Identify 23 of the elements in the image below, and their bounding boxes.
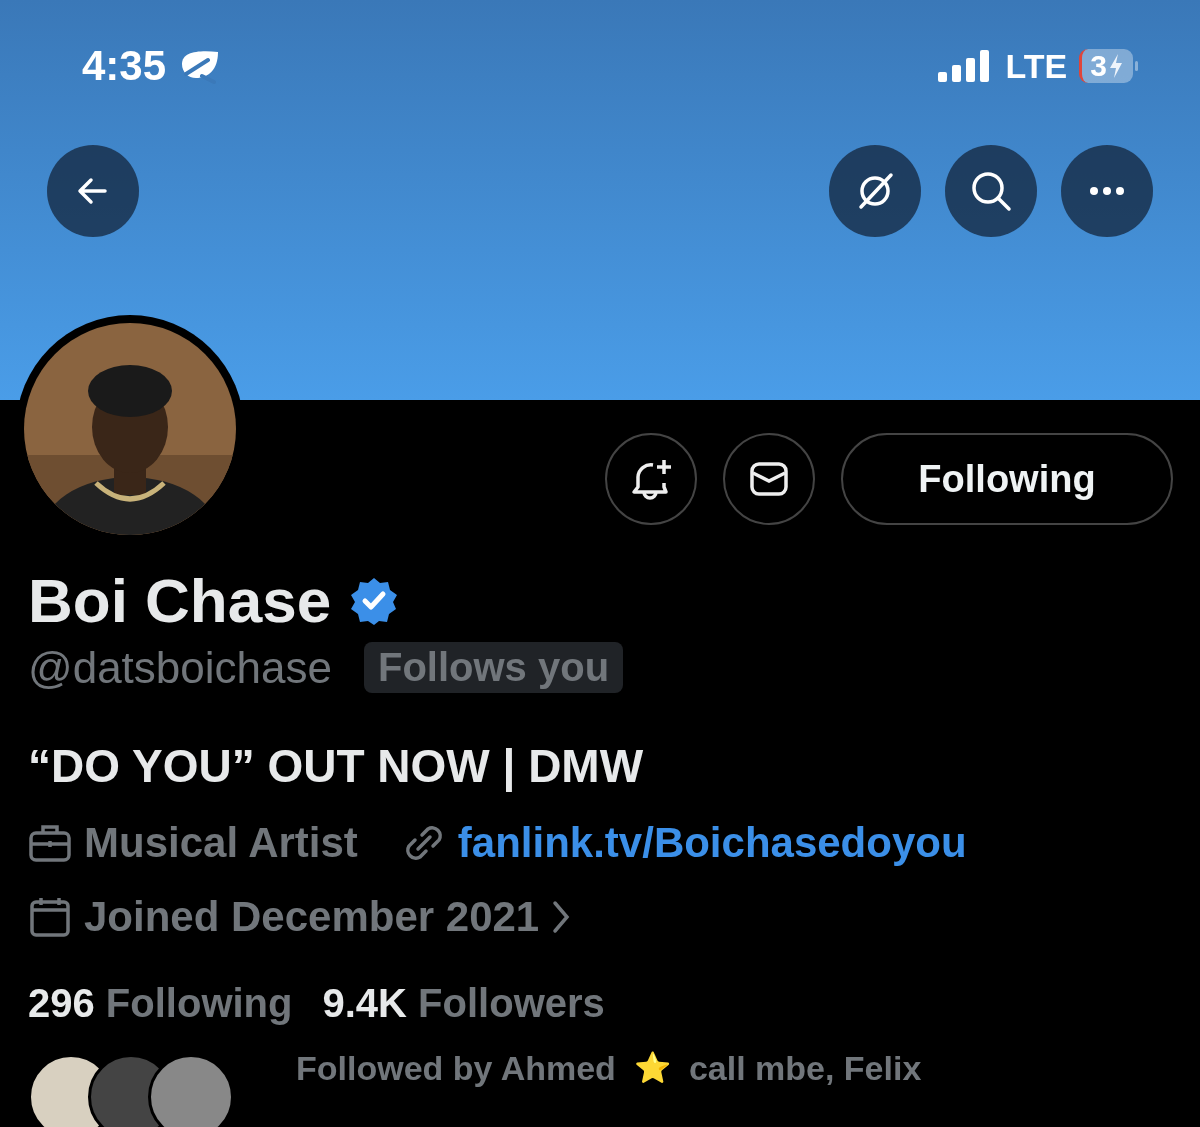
briefcase-icon (28, 823, 72, 863)
profile-link[interactable]: fanlink.tv/Boichasedoyou (457, 819, 967, 867)
profile-handle: @datsboichase (28, 642, 332, 693)
follow-stat-link[interactable]: 9.4K Followers (322, 981, 605, 1026)
signal-icon (937, 50, 990, 82)
followed-by-names[interactable]: call mbe, Felix (688, 1048, 922, 1088)
followed-by-text[interactable]: Followed by Ahmed (296, 1048, 616, 1088)
join-date: Joined December 2021 (84, 893, 540, 941)
profile-bio: “DO YOU” OUT NOW | DMW (28, 739, 645, 793)
bell-plus-icon (629, 457, 673, 501)
battery-indicator: 3 (1079, 49, 1133, 83)
more-icon (1087, 186, 1127, 196)
network-type: LTE (1005, 46, 1068, 86)
search-icon (969, 169, 1013, 213)
follows-you-label: Follows you (363, 642, 624, 693)
star-emoji: ⭐ (633, 1050, 671, 1086)
profile-name: Boi Chase (28, 565, 332, 636)
following-button[interactable]: Following (841, 433, 1173, 525)
status-time: 4:35 (82, 42, 167, 90)
chevron-right-icon[interactable] (551, 899, 572, 935)
follow-stat-link[interactable]: 296 Following (28, 981, 293, 1026)
calendar-icon (28, 895, 72, 939)
profile-category: Musical Artist (84, 819, 358, 867)
